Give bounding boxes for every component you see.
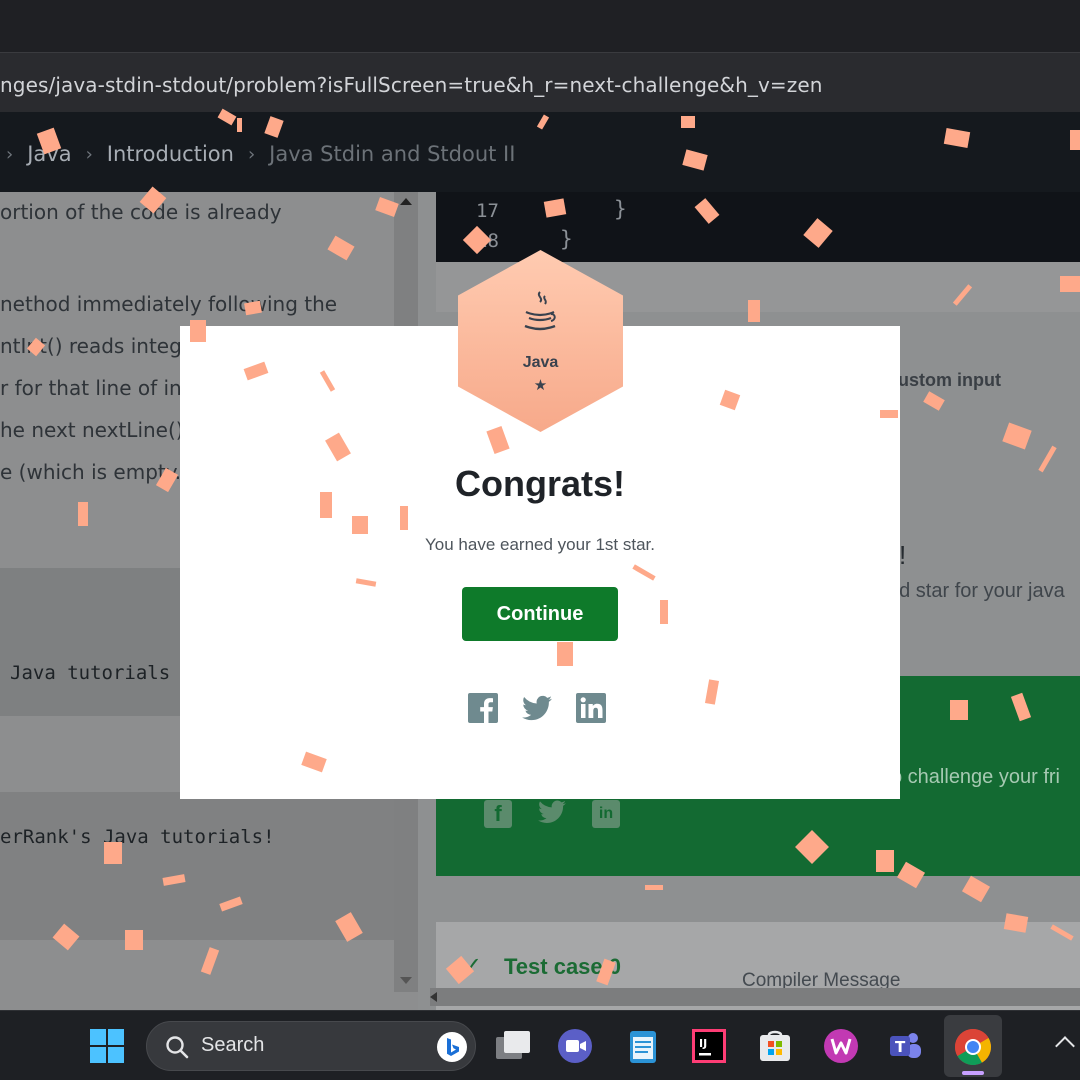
problem-text-line: e (which is empty. xyxy=(0,460,182,484)
problem-text-line: nethod immediately following the xyxy=(0,292,338,316)
code-brace: } xyxy=(614,197,627,221)
confetti-piece xyxy=(876,850,894,872)
search-placeholder: Search xyxy=(201,1034,265,1056)
twitter-icon[interactable] xyxy=(538,800,566,828)
chevron-up-icon[interactable] xyxy=(1055,1036,1075,1056)
confetti-piece xyxy=(880,410,898,418)
scroll-left-icon[interactable] xyxy=(430,992,437,1002)
linkedin-icon[interactable] xyxy=(576,693,606,723)
intellij-idea-icon[interactable]: IJ xyxy=(690,1027,728,1065)
linkedin-icon[interactable]: in xyxy=(592,800,620,828)
scroll-up-icon[interactable] xyxy=(400,198,412,205)
sample-code-text: Java tutorials xyxy=(10,662,171,684)
chevron-right-icon: › xyxy=(247,143,256,165)
breadcrumb-item-current: Java Stdin and Stdout II xyxy=(269,142,516,166)
sample-output-box: erRank's Java tutorials! xyxy=(0,792,394,940)
confetti-piece xyxy=(78,502,88,526)
url-text[interactable]: nges/java-stdin-stdout/problem?isFullScr… xyxy=(0,73,823,97)
confetti-piece xyxy=(543,198,567,218)
confetti-piece xyxy=(645,885,663,890)
java-cup-icon xyxy=(524,291,556,331)
confetti-piece xyxy=(237,118,242,132)
address-bar[interactable]: nges/java-stdin-stdout/problem?isFullScr… xyxy=(0,52,1080,112)
share-social-icons: f in xyxy=(484,800,620,828)
line-number: 17 xyxy=(476,200,499,222)
confetti-piece xyxy=(190,320,206,342)
confetti-piece xyxy=(660,600,668,624)
code-editor[interactable]: 17 } 18 } xyxy=(436,192,1080,262)
modal-title: Congrats! xyxy=(455,463,625,504)
confetti-piece xyxy=(352,516,368,534)
twitter-icon[interactable] xyxy=(522,693,552,723)
confetti-piece xyxy=(748,300,760,322)
search-icon xyxy=(166,1036,189,1059)
taskbar-chrome-active[interactable] xyxy=(944,1015,1002,1077)
chrome-icon[interactable] xyxy=(953,1027,993,1067)
svg-text:IJ: IJ xyxy=(699,1037,707,1050)
code-brace: } xyxy=(560,227,573,251)
modal-message: You have earned your 1st star. xyxy=(425,535,655,554)
teams-icon[interactable]: T xyxy=(886,1027,924,1065)
facebook-icon[interactable]: f xyxy=(484,800,512,828)
bing-icon[interactable] xyxy=(437,1032,467,1062)
windows-taskbar: Search IJ T xyxy=(0,1010,1080,1080)
facebook-icon[interactable] xyxy=(468,693,498,723)
confetti-piece xyxy=(125,930,143,950)
confetti-piece xyxy=(950,700,968,720)
sample-code-text: erRank's Java tutorials! xyxy=(0,826,275,848)
continue-button[interactable]: Continue xyxy=(462,587,618,641)
taskbar-search[interactable]: Search xyxy=(146,1021,476,1071)
microsoft-store-icon[interactable] xyxy=(756,1027,794,1065)
confetti-piece xyxy=(557,642,573,666)
challenge-friends-text: o challenge your fri xyxy=(891,766,1060,788)
confetti-piece xyxy=(1060,276,1080,292)
horizontal-scrollbar[interactable] xyxy=(430,988,1080,1006)
notepad-icon[interactable] xyxy=(624,1027,662,1065)
confetti-piece xyxy=(400,506,408,530)
confetti-piece xyxy=(1070,130,1080,150)
active-app-indicator xyxy=(962,1071,984,1075)
badge-star-icon: ★ xyxy=(533,377,548,394)
scroll-down-icon[interactable] xyxy=(400,977,412,984)
windows-start-icon[interactable] xyxy=(90,1029,124,1063)
wps-office-icon[interactable] xyxy=(822,1027,860,1065)
svg-text:T: T xyxy=(895,1038,906,1056)
chevron-right-icon: › xyxy=(6,143,14,165)
modal-social-icons xyxy=(468,693,606,723)
result-star-text: nd star for your java xyxy=(888,580,1065,602)
video-chat-icon[interactable] xyxy=(556,1027,594,1065)
problem-text-line: r for that line of int xyxy=(0,376,190,400)
confetti-piece xyxy=(681,116,695,128)
confetti-piece xyxy=(104,842,122,864)
breadcrumb: › Java › Introduction › Java Stdin and S… xyxy=(6,142,515,166)
custom-input-label[interactable]: ustom input xyxy=(898,370,1001,391)
breadcrumb-item-introduction[interactable]: Introduction xyxy=(107,142,234,166)
chevron-right-icon: › xyxy=(85,143,93,165)
browser-tab-strip xyxy=(0,0,1080,52)
task-view-icon[interactable] xyxy=(494,1027,532,1065)
problem-text-line: he next nextLine() xyxy=(0,418,184,442)
badge-language: Java xyxy=(522,354,559,371)
confetti-piece xyxy=(320,492,332,518)
